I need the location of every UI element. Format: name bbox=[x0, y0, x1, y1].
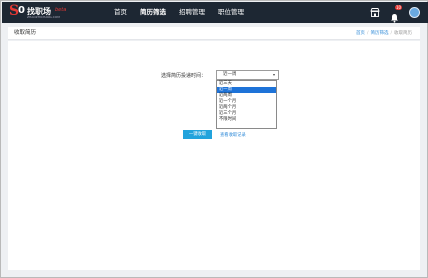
notification-count-badge: 10 bbox=[395, 4, 403, 10]
dropdown-option[interactable]: 不限时间 bbox=[217, 117, 276, 123]
nav-item-resume-screening[interactable]: 简历筛选 bbox=[140, 2, 166, 23]
chevron-down-icon: ▾ bbox=[272, 72, 275, 77]
header-actions: 10 bbox=[370, 4, 420, 23]
breadcrumb-separator: / bbox=[366, 31, 369, 36]
nav-item-home[interactable]: 首页 bbox=[114, 2, 127, 23]
breadcrumb-separator: / bbox=[390, 31, 392, 36]
top-navbar: S 0 找职场 ZHAOZHICHANG.COM beta 首页 简历筛选 招聘… bbox=[2, 2, 428, 23]
delivery-time-select[interactable]: 近一周 ▾ bbox=[216, 70, 279, 80]
main-nav: 首页 简历筛选 招聘管理 职位管理 bbox=[114, 2, 257, 23]
breadcrumb-resume-screening[interactable]: 简历筛选 bbox=[370, 31, 388, 36]
delivery-time-label: 选择简历投递时间： bbox=[161, 73, 207, 79]
store-icon[interactable] bbox=[370, 8, 380, 17]
nav-item-recruit-management[interactable]: 招聘管理 bbox=[179, 2, 205, 23]
collect-all-button[interactable]: 一键收取 bbox=[183, 130, 212, 139]
content-panel: 选择简历投递时间： 近一周 ▾ 近三天 近一周 近两周 近一个月 近两个月 近三… bbox=[8, 41, 420, 270]
select-value: 近一周 bbox=[223, 72, 237, 77]
app-window: S 0 找职场 ZHAOZHICHANG.COM beta 首页 简历筛选 招聘… bbox=[0, 0, 428, 278]
logo-zero: 0 bbox=[18, 5, 25, 16]
bell-icon bbox=[391, 13, 398, 23]
page-title: 收取简历 bbox=[14, 30, 37, 36]
delivery-time-dropdown: 近三天 近一周 近两周 近一个月 近两个月 近三个月 不限时间 bbox=[216, 80, 277, 129]
notification-button[interactable]: 10 bbox=[390, 4, 403, 23]
avatar[interactable] bbox=[409, 7, 420, 18]
logo-tagline: ZHAOZHICHANG.COM bbox=[27, 15, 60, 19]
breadcrumb-current: 收取简历 bbox=[394, 31, 412, 36]
beta-badge: beta bbox=[55, 7, 67, 13]
nav-item-job-management[interactable]: 职位管理 bbox=[218, 2, 244, 23]
page-header: 收取简历 首页 / 简历筛选 / 收取简历 bbox=[8, 27, 420, 40]
breadcrumb: 首页 / 简历筛选 / 收取简历 bbox=[356, 27, 412, 40]
breadcrumb-home[interactable]: 首页 bbox=[356, 31, 365, 36]
view-history-link[interactable]: 查看收取记录 bbox=[220, 132, 246, 138]
